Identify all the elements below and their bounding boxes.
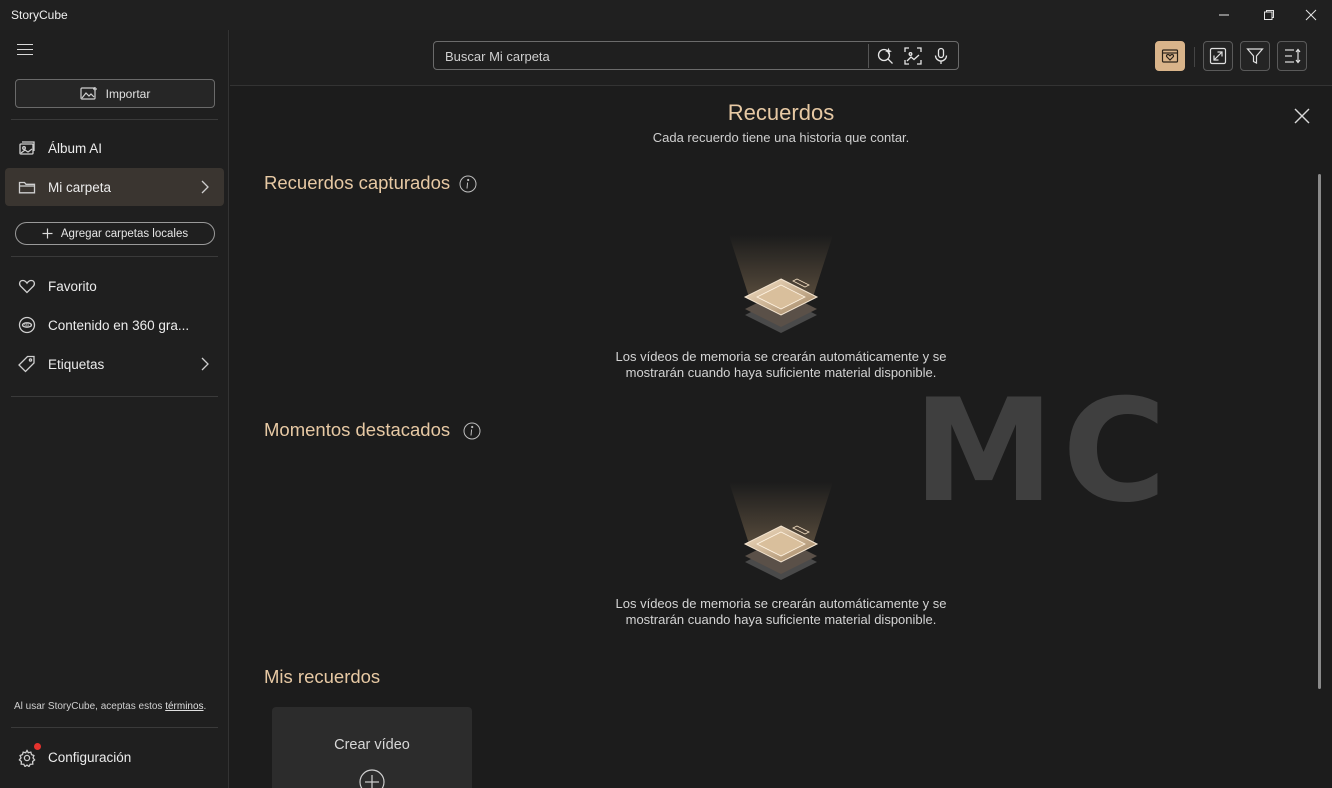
empty-state-line: Los vídeos de memoria se crearán automát… [615, 349, 947, 364]
settings-button[interactable]: Configuración [5, 739, 224, 777]
hamburger-menu-icon[interactable] [17, 43, 35, 57]
terms-link[interactable]: términos [165, 701, 203, 712]
divider [11, 119, 218, 120]
minimize-button[interactable] [1201, 0, 1247, 30]
plus-icon [42, 228, 53, 239]
terms-notice: Al usar StoryCube, aceptas estos término… [14, 701, 206, 712]
empty-state-message: Los vídeos de memoria se crearán automát… [590, 596, 972, 628]
sidebar-item-tags[interactable]: Etiquetas [5, 345, 224, 383]
sort-icon [1285, 48, 1301, 64]
memories-icon [1161, 49, 1179, 63]
settings-label: Configuración [48, 750, 132, 765]
sidebar-item-label: Álbum AI [48, 140, 103, 156]
filter-button[interactable] [1240, 41, 1270, 71]
filter-icon [1246, 48, 1264, 64]
empty-state-line: mostrarán cuando haya suficiente materia… [625, 612, 937, 627]
empty-memories-illustration [725, 235, 837, 343]
app-title: StoryCube [11, 8, 68, 22]
close-window-button[interactable] [1288, 0, 1332, 30]
restore-icon [1264, 10, 1274, 20]
heart-icon [18, 277, 36, 295]
import-label: Importar [105, 86, 151, 101]
info-icon[interactable] [463, 422, 481, 440]
image-search-icon[interactable] [904, 47, 922, 65]
minimize-icon [1219, 14, 1229, 16]
section-title-highlights: Momentos destacados [264, 419, 451, 440]
close-icon [1294, 108, 1310, 124]
chevron-right-icon[interactable] [200, 180, 210, 199]
empty-highlights-illustration [725, 482, 837, 590]
info-icon[interactable] [459, 175, 477, 193]
sidebar-item-label: Favorito [48, 278, 97, 294]
resize-view-button[interactable] [1203, 41, 1233, 71]
terms-text: Al usar StoryCube, aceptas estos [14, 701, 166, 712]
notification-dot [34, 743, 41, 750]
import-button[interactable]: Importar [15, 79, 215, 108]
sidebar-item-360-content[interactable]: 360 Contenido en 360 gra... [5, 306, 224, 344]
gear-icon [18, 749, 36, 768]
section-title-captured-memories: Recuerdos capturados [264, 172, 451, 193]
search-input[interactable]: Buscar Mi carpeta [445, 49, 550, 64]
empty-state-message: Los vídeos de memoria se crearán automát… [590, 349, 972, 381]
sidebar-item-label: Mi carpeta [48, 179, 112, 195]
ai-album-icon [18, 139, 36, 157]
terms-end: . [203, 701, 207, 712]
divider [11, 396, 218, 397]
main-content: Recuerdos Cada recuerdo tiene una histor… [230, 87, 1332, 788]
page-subtitle: Cada recuerdo tiene una historia que con… [652, 130, 910, 145]
sidebar-item-label: Contenido en 360 gra... [48, 317, 190, 333]
top-toolbar: Buscar Mi carpeta [230, 30, 1332, 86]
page-title: Recuerdos [727, 100, 835, 125]
tag-icon [18, 355, 36, 373]
sidebar-item-favorites[interactable]: Favorito [5, 267, 224, 305]
search-box[interactable]: Buscar Mi carpeta [433, 41, 959, 70]
import-image-icon [80, 87, 97, 100]
create-video-label: Crear vídeo [334, 737, 410, 753]
divider [11, 727, 218, 728]
sidebar-item-my-folder[interactable]: Mi carpeta [5, 168, 224, 206]
sort-button[interactable] [1277, 41, 1307, 71]
ai-search-icon[interactable] [876, 47, 894, 65]
divider [1194, 47, 1195, 67]
watermark-logo: MC [913, 369, 1175, 534]
close-icon [1305, 9, 1317, 21]
divider [11, 256, 218, 257]
create-video-card[interactable]: Crear vídeo [272, 707, 472, 788]
memories-view-button[interactable] [1155, 41, 1185, 71]
section-title-my-memories: Mis recuerdos [264, 666, 381, 687]
microphone-icon[interactable] [932, 47, 950, 65]
vertical-scrollbar[interactable] [1318, 174, 1321, 689]
folder-icon [18, 178, 36, 196]
sidebar: Importar Álbum AI Mi carpeta Agregar car… [0, 30, 229, 788]
sidebar-item-ai-album[interactable]: Álbum AI [5, 129, 224, 167]
close-memories-button[interactable] [1293, 107, 1311, 125]
chevron-right-icon[interactable] [200, 357, 210, 376]
add-local-folders-button[interactable]: Agregar carpetas locales [15, 222, 215, 245]
restore-button[interactable] [1246, 0, 1292, 30]
expand-icon [1209, 47, 1227, 65]
empty-state-line: mostrarán cuando haya suficiente materia… [625, 365, 937, 380]
sidebar-item-label: Etiquetas [48, 356, 105, 372]
360-icon: 360 [18, 316, 36, 334]
title-bar: StoryCube [0, 0, 1332, 30]
divider [868, 44, 869, 68]
add-circle-icon[interactable] [359, 769, 385, 788]
svg-text:360: 360 [23, 323, 32, 329]
empty-state-line: Los vídeos de memoria se crearán automát… [615, 596, 947, 611]
add-folders-label: Agregar carpetas locales [60, 227, 189, 240]
